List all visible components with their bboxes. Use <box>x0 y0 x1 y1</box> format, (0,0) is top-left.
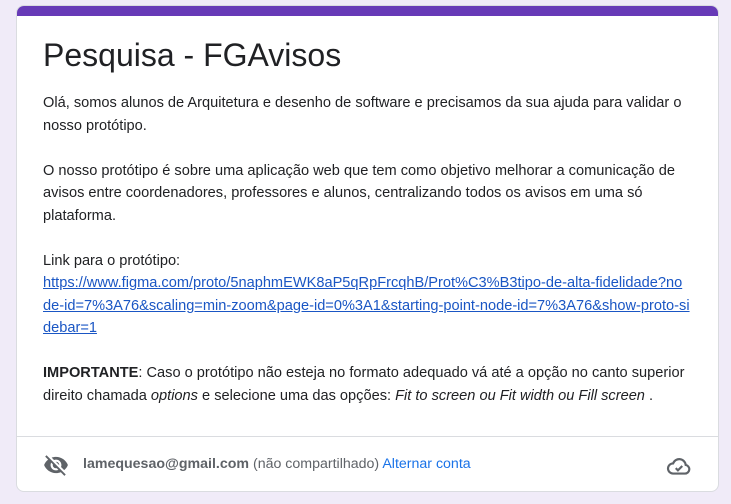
form-header-card: Pesquisa - FGAvisos Olá, somos alunos de… <box>16 5 719 492</box>
options-term: options <box>150 387 198 404</box>
eye-off-icon <box>44 455 68 476</box>
about-paragraph: O nosso protótipo é sobre uma aplicação … <box>43 162 675 224</box>
important-label: IMPORTANTE <box>43 365 139 381</box>
accent-bar <box>17 6 718 16</box>
fit-choices: Fit to screen ou Fit width ou Fill scree… <box>395 387 645 404</box>
link-label: Link para o protótipo: <box>43 252 181 269</box>
form-header-content: Pesquisa - FGAvisos Olá, somos alunos de… <box>43 36 690 430</box>
account-bar: lamequesao@gmail.com (não compartilhado)… <box>17 436 718 491</box>
prototype-link[interactable]: https://www.figma.com/proto/5naphmEWK8aP… <box>43 275 690 336</box>
form-title: Pesquisa - FGAvisos <box>43 37 342 73</box>
switch-account-link[interactable]: Alternar conta <box>382 456 470 472</box>
link-paragraph: Link para o protótipo: https://www.figma… <box>43 250 690 340</box>
important-end: . <box>644 387 654 404</box>
form-description: Olá, somos alunos de Arquitetura e desen… <box>43 92 690 407</box>
important-paragraph: IMPORTANTE: Caso o protótipo não esteja … <box>43 362 690 407</box>
share-status: (não compartilhado) <box>252 456 380 472</box>
important-text-2: e selecione uma das opções: <box>197 387 396 404</box>
cloud-done-icon <box>666 458 691 475</box>
account-info: lamequesao@gmail.com (não compartilhado)… <box>83 455 471 473</box>
intro-paragraph: Olá, somos alunos de Arquitetura e desen… <box>43 95 682 134</box>
account-email: lamequesao@gmail.com <box>83 456 250 472</box>
